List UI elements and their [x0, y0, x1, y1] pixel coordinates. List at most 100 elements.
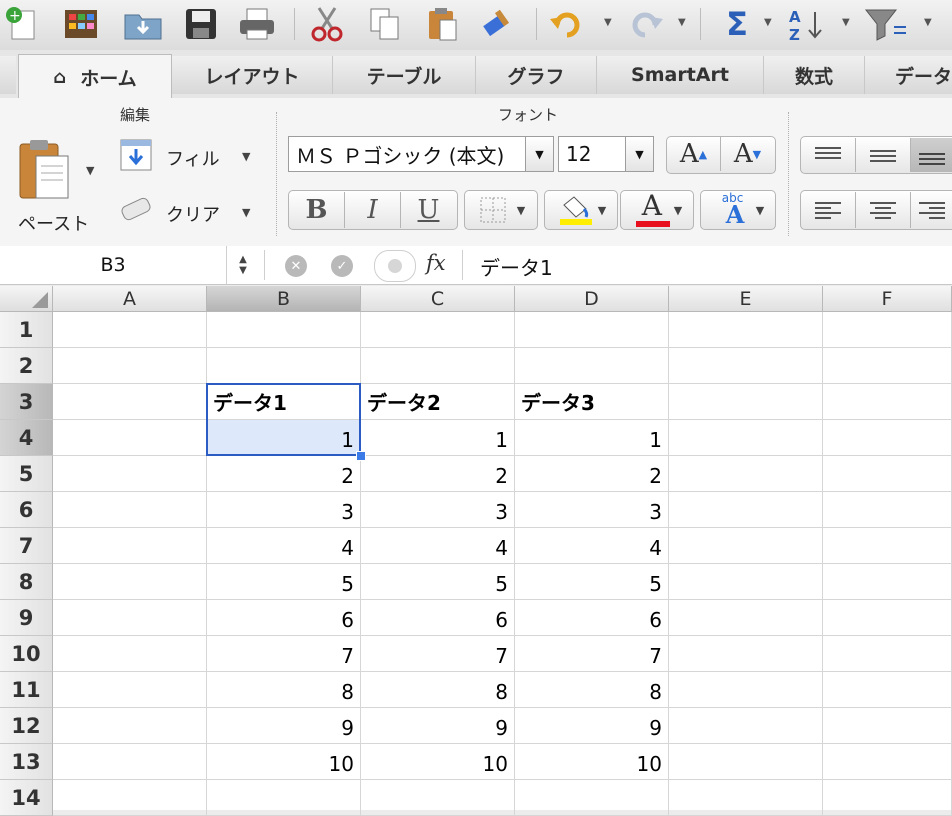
autosum-icon[interactable]: Σ	[716, 4, 758, 44]
tab-table[interactable]: テーブル	[333, 56, 476, 94]
cell-b11[interactable]: 8	[207, 672, 361, 708]
paste-icon[interactable]	[422, 4, 464, 44]
cell-f12[interactable]	[823, 708, 952, 744]
select-all-corner[interactable]	[0, 286, 53, 312]
cell-d9[interactable]: 6	[515, 600, 669, 636]
align-bottom-icon[interactable]	[911, 138, 952, 172]
undo-dropdown-icon[interactable]: ▼	[604, 17, 612, 28]
formula-builder-icon[interactable]	[374, 250, 416, 282]
column-header-e[interactable]: E	[669, 286, 823, 312]
clear-dropdown-icon[interactable]: ▼	[242, 206, 250, 219]
cell-b5[interactable]: 2	[207, 456, 361, 492]
cell-f13[interactable]	[823, 744, 952, 780]
name-box[interactable]: B3	[0, 246, 227, 284]
font-color-button[interactable]: A ▼	[620, 189, 694, 230]
column-header-b[interactable]: B	[207, 286, 361, 312]
cell-b3[interactable]: データ1	[207, 384, 361, 420]
cell-f1[interactable]	[823, 312, 952, 348]
cell-b14[interactable]	[207, 780, 361, 816]
chevron-down-icon[interactable]: ▼	[625, 137, 653, 171]
cell-e7[interactable]	[669, 528, 823, 564]
shrink-font-icon[interactable]: A ▼	[721, 137, 774, 171]
confirm-icon[interactable]: ✓	[331, 255, 353, 277]
cell-c13[interactable]: 10	[361, 744, 515, 780]
cell-f6[interactable]	[823, 492, 952, 528]
cell-c14[interactable]	[361, 780, 515, 816]
spreadsheet-grid[interactable]: A B C D E F 1 2 3 データ1 データ2 データ3 4 1 1 1 5 2 2 2 6 3 3 3 7 4 4 4 8 5 5…	[0, 286, 952, 816]
row-header-6[interactable]: 6	[0, 492, 53, 528]
font-size-select[interactable]: 12 ▼	[558, 136, 654, 172]
row-header-10[interactable]: 10	[0, 636, 53, 672]
cell-c6[interactable]: 3	[361, 492, 515, 528]
redo-icon[interactable]	[626, 4, 668, 44]
cell-c1[interactable]	[361, 312, 515, 348]
row-header-2[interactable]: 2	[0, 348, 53, 384]
cell-b4[interactable]: 1	[207, 420, 361, 456]
cell-a1[interactable]	[53, 312, 207, 348]
tab-smartart[interactable]: SmartArt	[597, 56, 764, 94]
autosum-dropdown-icon[interactable]: ▼	[764, 17, 772, 28]
paste-label[interactable]: ペースト	[18, 210, 89, 236]
cell-e3[interactable]	[669, 384, 823, 420]
fill-handle[interactable]	[356, 451, 366, 461]
row-header-9[interactable]: 9	[0, 600, 53, 636]
open-icon[interactable]	[122, 4, 164, 44]
copy-icon[interactable]	[364, 4, 406, 44]
cell-e5[interactable]	[669, 456, 823, 492]
cell-f4[interactable]	[823, 420, 952, 456]
cell-e13[interactable]	[669, 744, 823, 780]
cell-a13[interactable]	[53, 744, 207, 780]
cell-e1[interactable]	[669, 312, 823, 348]
cell-a5[interactable]	[53, 456, 207, 492]
cell-e4[interactable]	[669, 420, 823, 456]
cell-f3[interactable]	[823, 384, 952, 420]
align-center-icon[interactable]	[856, 192, 911, 228]
grow-font-icon[interactable]: A ▲	[667, 137, 721, 171]
cell-c2[interactable]	[361, 348, 515, 384]
cell-e6[interactable]	[669, 492, 823, 528]
filter-icon[interactable]	[864, 4, 906, 44]
cell-a8[interactable]	[53, 564, 207, 600]
row-header-12[interactable]: 12	[0, 708, 53, 744]
sort-icon[interactable]: AZ	[786, 4, 828, 44]
column-header-a[interactable]: A	[53, 286, 207, 312]
cell-c10[interactable]: 7	[361, 636, 515, 672]
cell-e10[interactable]	[669, 636, 823, 672]
cell-d10[interactable]: 7	[515, 636, 669, 672]
row-header-13[interactable]: 13	[0, 744, 53, 780]
cell-f11[interactable]	[823, 672, 952, 708]
cell-d2[interactable]	[515, 348, 669, 384]
tab-data[interactable]: データ	[865, 56, 952, 94]
font-name-select[interactable]: ＭＳ Ｐゴシック (本文) ▼	[288, 136, 554, 172]
cell-f14[interactable]	[823, 780, 952, 816]
cell-c7[interactable]: 4	[361, 528, 515, 564]
cell-c8[interactable]: 5	[361, 564, 515, 600]
cell-b7[interactable]: 4	[207, 528, 361, 564]
cell-b6[interactable]: 3	[207, 492, 361, 528]
cell-e14[interactable]	[669, 780, 823, 816]
print-icon[interactable]	[236, 4, 278, 44]
align-right-icon[interactable]	[911, 192, 952, 228]
cell-a12[interactable]	[53, 708, 207, 744]
cancel-icon[interactable]: ✕	[285, 255, 307, 277]
cell-f10[interactable]	[823, 636, 952, 672]
cell-a2[interactable]	[53, 348, 207, 384]
cell-d11[interactable]: 8	[515, 672, 669, 708]
cell-d5[interactable]: 2	[515, 456, 669, 492]
new-workbook-icon[interactable]: +	[0, 4, 42, 44]
text-effects-button[interactable]: abc A ▼	[700, 190, 776, 230]
column-header-c[interactable]: C	[361, 286, 515, 312]
eraser-icon[interactable]	[116, 194, 156, 226]
cell-d4[interactable]: 1	[515, 420, 669, 456]
bold-button[interactable]: B	[289, 192, 345, 228]
align-left-icon[interactable]	[801, 192, 856, 228]
cell-b10[interactable]: 7	[207, 636, 361, 672]
cell-d3[interactable]: データ3	[515, 384, 669, 420]
align-top-icon[interactable]	[801, 138, 856, 172]
cell-f8[interactable]	[823, 564, 952, 600]
undo-icon[interactable]	[546, 4, 588, 44]
cell-d7[interactable]: 4	[515, 528, 669, 564]
row-header-4[interactable]: 4	[0, 420, 53, 456]
cell-f7[interactable]	[823, 528, 952, 564]
tab-formulas[interactable]: 数式	[764, 56, 865, 94]
